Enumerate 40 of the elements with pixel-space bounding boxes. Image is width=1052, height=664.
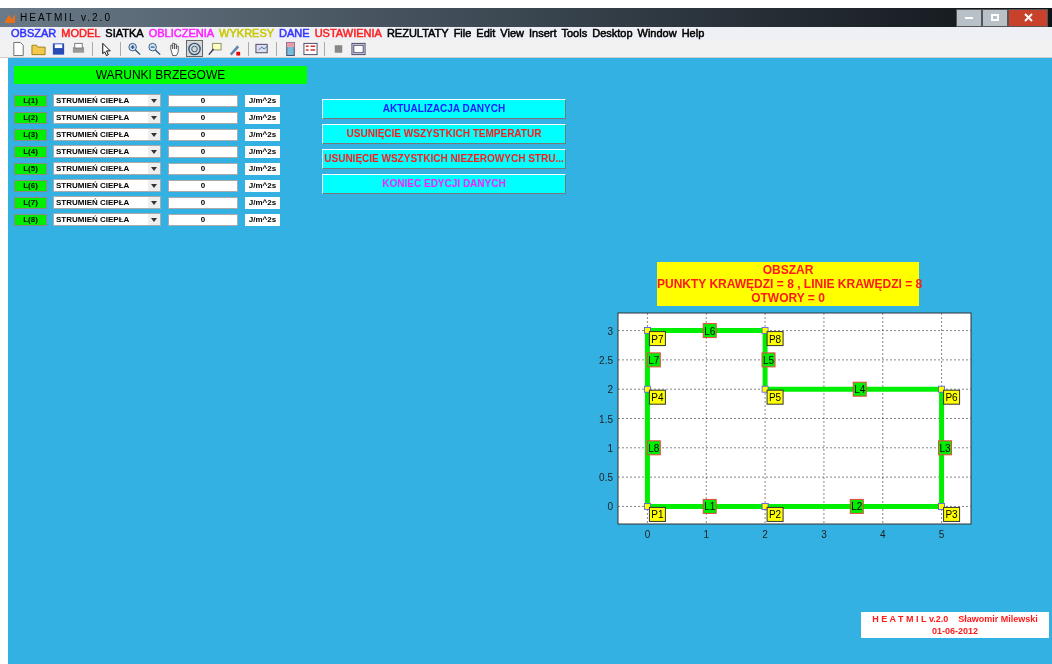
y-tick-label: 2.5 [599,354,613,366]
x-tick-label: 5 [938,529,945,540]
point-label: P3 [943,506,961,522]
point-label: P8 [766,331,784,347]
line-label: L2 [849,498,864,514]
point-label: P5 [766,389,784,405]
y-tick-label: 0 [607,501,613,513]
credits-label: H E A T M I L v.2.0 Sławomir Milewski 01-06-2012 [861,612,1049,638]
x-tick-label: 2 [762,529,768,540]
point-label: P2 [766,506,784,522]
unit-label: J/m^2s [245,179,280,192]
unit-label: J/m^2s [245,196,280,209]
x-tick-label: 0 [644,529,651,540]
line-label: L7 [646,352,661,368]
x-tick-label: 3 [821,529,827,540]
point-label: P7 [648,331,666,347]
line-label: L3 [938,440,953,456]
line-label: L8 [646,440,661,456]
line-label: L6 [702,323,717,339]
unit-label: J/m^2s [245,94,280,107]
window-title: HEATMIL v.2.0 [20,11,112,25]
y-tick-label: 1 [607,442,613,454]
panel-header: WARUNKI BRZEGOWE [14,66,307,84]
unit-label: J/m^2s [245,145,280,158]
point-label: P6 [943,389,961,405]
line-label: L4 [852,381,867,397]
unit-label: J/m^2s [245,111,280,124]
unit-label: J/m^2s [245,128,280,141]
y-tick-label: 3 [607,325,613,337]
line-label: L1 [702,498,717,514]
point-label: P4 [648,389,666,405]
unit-label: J/m^2s [245,162,280,175]
x-tick-label: 4 [879,529,886,540]
unit-label: J/m^2s [245,213,280,226]
point-label: P1 [648,506,666,522]
x-tick-label: 1 [703,529,710,540]
y-tick-label: 2 [607,384,613,396]
line-label: L5 [761,352,776,368]
y-tick-label: 0.5 [599,472,613,484]
y-tick-label: 1.5 [599,413,613,425]
